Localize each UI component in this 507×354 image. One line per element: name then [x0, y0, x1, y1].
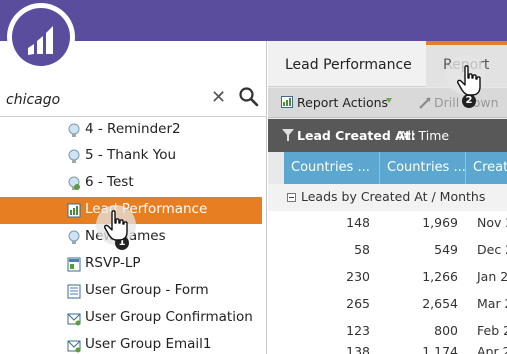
table-cell: 265 [346, 296, 370, 311]
hand-cursor-icon [457, 65, 481, 96]
filter-value[interactable]: All Time [399, 128, 449, 143]
table-row[interactable]: 58 549 Dec 2 [268, 238, 507, 262]
hand-cursor-icon [104, 210, 128, 241]
tree-item-5-thank-you[interactable]: 5 - Thank You [0, 143, 262, 170]
tree-item-label: 5 - Thank You [85, 147, 177, 163]
column-header-label: Countries ... [387, 160, 466, 175]
group-label: Leads by Created At / Months [301, 189, 486, 204]
report-icon [67, 203, 81, 218]
table-cell: 1,174 [422, 344, 458, 354]
column-header[interactable]: Create [466, 152, 507, 184]
table-row[interactable]: 148 1,969 Nov 2 [268, 211, 507, 235]
tree-item-label: User Group - Form [85, 282, 209, 298]
tree-item-label: 6 - Test [85, 174, 134, 190]
search-bar: ✕ [0, 81, 267, 117]
tree-item-user-group-email1[interactable]: User Group Email1 [0, 332, 262, 354]
tree-item-user-group-confirmation[interactable]: User Group Confirmation [0, 305, 262, 332]
tree-item-6-test[interactable]: 6 - Test [0, 170, 262, 197]
filter-icon [282, 129, 294, 141]
column-header[interactable]: Countries ... [380, 152, 466, 184]
table-cell: Mar 2 [477, 296, 507, 311]
table-cell: Feb 2 [477, 323, 507, 338]
chevron-down-icon[interactable] [386, 98, 392, 103]
form-icon [67, 284, 81, 299]
search-input[interactable] [6, 90, 196, 110]
table-cell: 1,969 [422, 215, 458, 230]
collapse-icon[interactable] [287, 193, 296, 202]
table-cell: Jan 2 [477, 269, 507, 284]
tree-item-user-group-form[interactable]: User Group - Form [0, 278, 262, 305]
table-cell: 800 [434, 323, 458, 338]
tree-item-label: User Group Confirmation [85, 309, 253, 325]
tree-item-label: 4 - Reminder2 [85, 121, 181, 137]
smart-campaign-icon [68, 176, 80, 190]
column-header-label: Countries ... [291, 160, 370, 175]
report-grid: Leads by Created At / Months 148 1,969 N… [268, 184, 507, 354]
landing-page-icon [67, 257, 81, 272]
table-cell: 58 [354, 242, 370, 257]
table-cell: 148 [346, 215, 370, 230]
tree-item-label: User Group Email1 [85, 336, 212, 352]
lightbulb-icon [68, 149, 80, 163]
table-row[interactable]: 265 2,654 Mar 2 [268, 292, 507, 316]
tree-item-rsvp-lp[interactable]: RSVP-LP [0, 251, 262, 278]
table-cell: 1,266 [422, 269, 458, 284]
filter-bar: Lead Created At: All Time [268, 119, 507, 152]
column-header-label: Create [473, 160, 507, 175]
report-actions-button[interactable]: Report Actions [297, 95, 388, 110]
table-cell: 549 [434, 242, 458, 257]
table-cell: Dec 2 [477, 242, 507, 257]
marketo-logo[interactable] [7, 3, 75, 71]
group-row[interactable]: Leads by Created At / Months [268, 184, 507, 211]
logo-bars-icon [28, 26, 53, 55]
search-icon[interactable] [238, 86, 260, 108]
tab-lead-performance[interactable]: Lead Performance [285, 57, 412, 73]
top-header-bar [0, 0, 507, 41]
logo-disc [12, 8, 70, 66]
table-cell: Apr 2 [477, 344, 507, 354]
table-cell: 123 [346, 323, 370, 338]
table-row[interactable]: 230 1,266 Jan 2 [268, 265, 507, 289]
column-header[interactable]: Countries ... [284, 152, 380, 184]
tree-item-4-reminder2[interactable]: 4 - Reminder2 [0, 117, 262, 144]
report-actions-icon [281, 96, 293, 108]
email-icon [67, 313, 81, 326]
column-headers: Countries ... Countries ... Create [284, 152, 507, 184]
lightbulb-icon [68, 123, 80, 137]
tree-panel: ✕ 4 - Reminder2 5 - Thank You 6 - Test L… [0, 41, 267, 354]
drill-down-icon [419, 97, 431, 109]
close-icon[interactable]: ✕ [211, 88, 226, 108]
lightbulb-icon [68, 230, 80, 244]
table-cell: 138 [346, 344, 370, 354]
email-icon [67, 340, 81, 353]
tree-item-label: RSVP-LP [85, 255, 141, 271]
table-row[interactable]: 138 1,174 Apr 2 [268, 340, 507, 354]
table-cell: 230 [346, 269, 370, 284]
table-cell: 2,654 [422, 296, 458, 311]
table-cell: Nov 2 [477, 215, 507, 230]
